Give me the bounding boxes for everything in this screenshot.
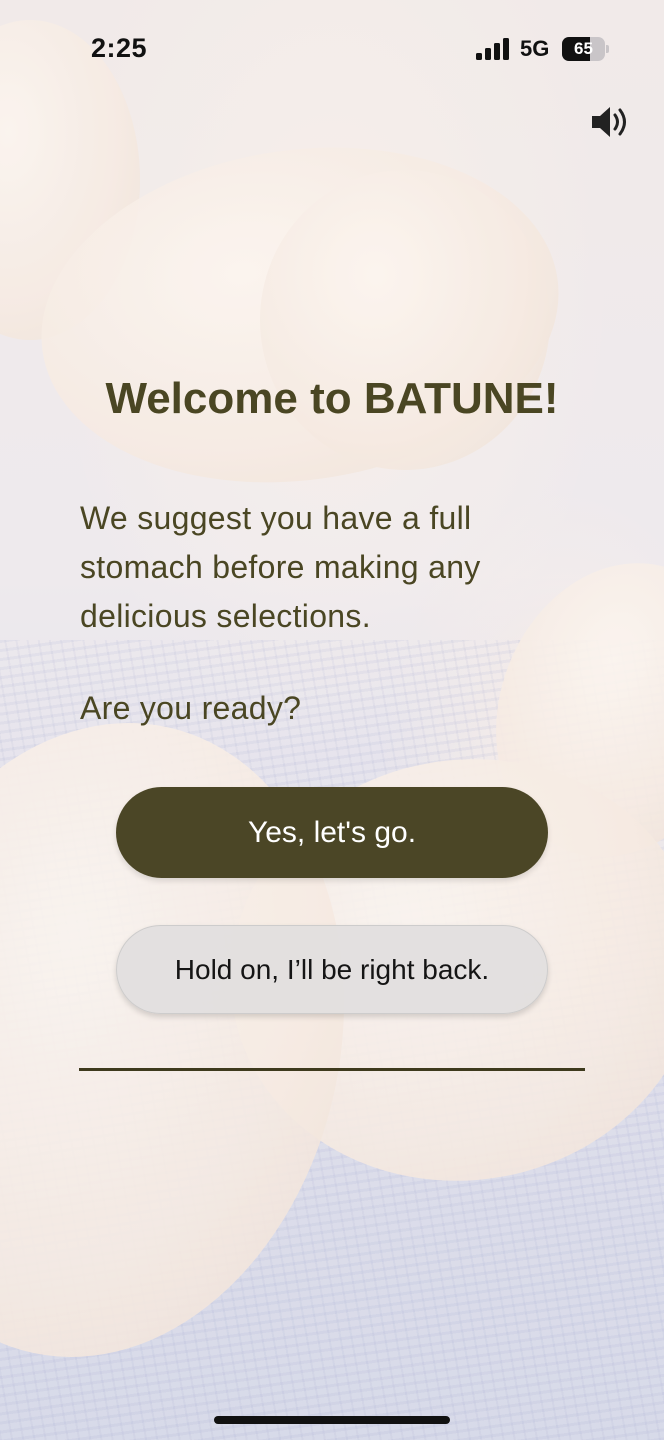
divider — [79, 1068, 585, 1071]
home-indicator[interactable] — [214, 1416, 450, 1424]
ready-prompt: Are you ready? — [80, 690, 302, 726]
page-title: Welcome to BATUNE! — [105, 374, 559, 423]
welcome-message: We suggest you have a full stomach befor… — [80, 500, 481, 634]
later-button[interactable]: Hold on, I’ll be right back. — [116, 925, 548, 1014]
start-button[interactable]: Yes, let's go. — [116, 787, 548, 878]
welcome-screen: Welcome to BATUNE! We suggest you have a… — [0, 0, 664, 1440]
